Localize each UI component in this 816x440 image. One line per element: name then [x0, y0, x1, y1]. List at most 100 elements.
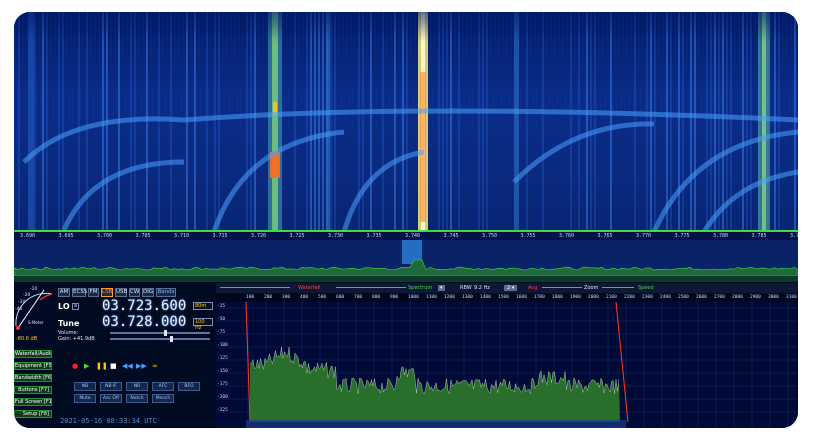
- left-panel: -10 -20 -30 -40 S-Meter -80.6 dB Waterfa…: [14, 282, 54, 428]
- audio-frequency-tick: 2700: [714, 295, 725, 300]
- audio-frequency-tick: 200: [264, 295, 273, 300]
- mode-button-dig[interactable]: DIG: [142, 288, 154, 297]
- audio-frequency-tick: 1000: [408, 295, 419, 300]
- tune-frequency[interactable]: 03.728.000: [102, 314, 186, 330]
- db-tick: -175: [217, 382, 228, 387]
- dsp-button-nb[interactable]: NB: [74, 382, 96, 391]
- dsp-button-bfo[interactable]: BFO: [178, 382, 200, 391]
- lo-lock-icon[interactable]: a: [72, 303, 79, 310]
- pause-icon[interactable]: ❚❚: [96, 362, 108, 370]
- side-button-bandwidth[interactable]: Bandwidth [F6]: [14, 374, 52, 382]
- audio-frequency-tick: 2900: [750, 295, 761, 300]
- waterfall-slider[interactable]: [220, 287, 290, 288]
- record-icon[interactable]: ●: [72, 362, 78, 370]
- frequency-tick: 3.720: [251, 233, 267, 239]
- mode-button-am[interactable]: AM: [58, 288, 70, 297]
- dsp-button-msnch[interactable]: Msnch: [152, 394, 174, 403]
- audio-frequency-tick: 2200: [624, 295, 635, 300]
- avg-label: Avg: [528, 285, 538, 291]
- mode-button-usb[interactable]: USB: [115, 288, 127, 297]
- audio-frequency-tick: 700: [354, 295, 363, 300]
- audio-frequency-tick: 1900: [570, 295, 581, 300]
- dsp-button-afc[interactable]: AFC: [152, 382, 174, 391]
- db-tick: -25: [217, 304, 226, 309]
- audio-spectrum-plot[interactable]: -25 -50 -75 -100 -125 -150 -175 -200 -225: [216, 301, 798, 428]
- audio-frequency-tick: 400: [300, 295, 309, 300]
- speed-label: Speed: [638, 285, 654, 291]
- mode-button-fm[interactable]: FM: [88, 288, 99, 297]
- side-button-buttons[interactable]: Buttons [F7]: [14, 386, 52, 394]
- volume-slider-thumb[interactable]: [164, 330, 167, 336]
- gain-slider[interactable]: [110, 336, 210, 342]
- audio-frequency-tick: 100: [246, 295, 255, 300]
- speed-slider[interactable]: [602, 287, 634, 288]
- waterfall-display[interactable]: [14, 12, 798, 234]
- frequency-tick: 3.755: [520, 233, 536, 239]
- db-tick: -150: [217, 369, 228, 374]
- svg-text:-10: -10: [30, 286, 37, 292]
- side-button-equipment[interactable]: Equipment [F5]: [14, 362, 52, 370]
- audio-frequency-tick: 1400: [480, 295, 491, 300]
- fast-forward-icon[interactable]: ▶▶: [136, 362, 147, 370]
- spectrum-mode-select[interactable]: ▾: [438, 285, 445, 291]
- frequency-tick: 3.710: [174, 233, 190, 239]
- mode-button-lsb[interactable]: LSB: [101, 288, 113, 297]
- svg-text:-40: -40: [15, 306, 22, 312]
- bands-button[interactable]: Bands: [156, 288, 176, 297]
- audio-frequency-tick: 2300: [642, 295, 653, 300]
- audio-frequency-axis: 100 200 300 400 500 600 700 800 900 1000 1100 1200 1…: [216, 294, 798, 302]
- stop-icon[interactable]: ■: [110, 362, 117, 370]
- volume-slider[interactable]: [110, 330, 210, 336]
- frequency-tick: 3.790: [790, 233, 798, 239]
- mode-button-cw[interactable]: CW: [129, 288, 140, 297]
- audio-frequency-tick: 2100: [606, 295, 617, 300]
- dsp-button-mute[interactable]: Mute: [74, 394, 96, 403]
- overview-spectrum[interactable]: [14, 240, 798, 282]
- side-button-waterfall[interactable]: Waterfall/Audio [W]: [14, 350, 52, 358]
- frequency-tick: 3.695: [58, 233, 74, 239]
- waterfall-graphic: [14, 12, 798, 234]
- dsp-button-notch[interactable]: Notch: [126, 394, 148, 403]
- audio-frequency-tick: 300: [282, 295, 291, 300]
- zoom-label: Zoom: [584, 285, 599, 291]
- loop-icon[interactable]: ∞: [152, 362, 158, 370]
- dsp-button-nb-if[interactable]: NB IF: [100, 382, 122, 391]
- side-button-fullscreen[interactable]: Full Screen [F11]: [14, 398, 52, 406]
- frequency-tick: 3.705: [135, 233, 151, 239]
- gain-label: Gain: +41.9dB: [58, 336, 95, 342]
- audio-spectrum-graphic: [216, 301, 798, 428]
- tune-step-select[interactable]: 100 Hz: [193, 318, 213, 331]
- lo-frequency[interactable]: 03.723.600: [102, 298, 186, 314]
- spectrum-slider[interactable]: [336, 287, 406, 288]
- radio-panel: AM ECSS FM LSB USB CW DIG Bands LO a 03.723.600…: [56, 282, 216, 428]
- rewind-icon[interactable]: ◀◀: [122, 362, 133, 370]
- zoom-slider[interactable]: [542, 287, 582, 288]
- frequency-tick: 3.765: [597, 233, 613, 239]
- frequency-tick: 3.770: [636, 233, 652, 239]
- side-button-setup[interactable]: Setup [F8]: [14, 410, 52, 418]
- audio-frequency-tick: 2500: [678, 295, 689, 300]
- spectrum-toolbar: Waterfall Spectrum ▾ RBW 9.2 Hz 2 ▾ Avg …: [216, 283, 798, 293]
- dsp-button-nr[interactable]: NR: [126, 382, 148, 391]
- frequency-tick: 3.740: [405, 233, 421, 239]
- mode-button-ecss[interactable]: ECSS: [72, 288, 87, 297]
- avg-select[interactable]: 2 ▾: [504, 285, 518, 291]
- frequency-tick: 3.725: [289, 233, 305, 239]
- svg-text:S-Meter: S-Meter: [28, 320, 44, 325]
- dsp-button-asc-off[interactable]: Asc Off: [100, 394, 122, 403]
- frequency-tick: 3.700: [97, 233, 113, 239]
- gain-slider-thumb[interactable]: [170, 336, 173, 342]
- frequency-tick: 3.780: [713, 233, 729, 239]
- rbw-label: RBW: [460, 285, 472, 291]
- audio-frequency-tick: 1300: [462, 295, 473, 300]
- overview-graphic: [14, 240, 798, 282]
- lo-label: LO: [58, 302, 70, 311]
- frequency-tick: 3.785: [751, 233, 767, 239]
- frequency-tick: 3.715: [212, 233, 228, 239]
- audio-frequency-tick: 2600: [696, 295, 707, 300]
- audio-frequency-tick: 800: [372, 295, 381, 300]
- lo-band-select[interactable]: 80m: [193, 302, 213, 310]
- play-icon[interactable]: ▶: [84, 362, 89, 370]
- s-meter: -10 -20 -30 -40 S-Meter -80.6 dB: [14, 282, 54, 344]
- audio-frequency-tick: 1500: [498, 295, 509, 300]
